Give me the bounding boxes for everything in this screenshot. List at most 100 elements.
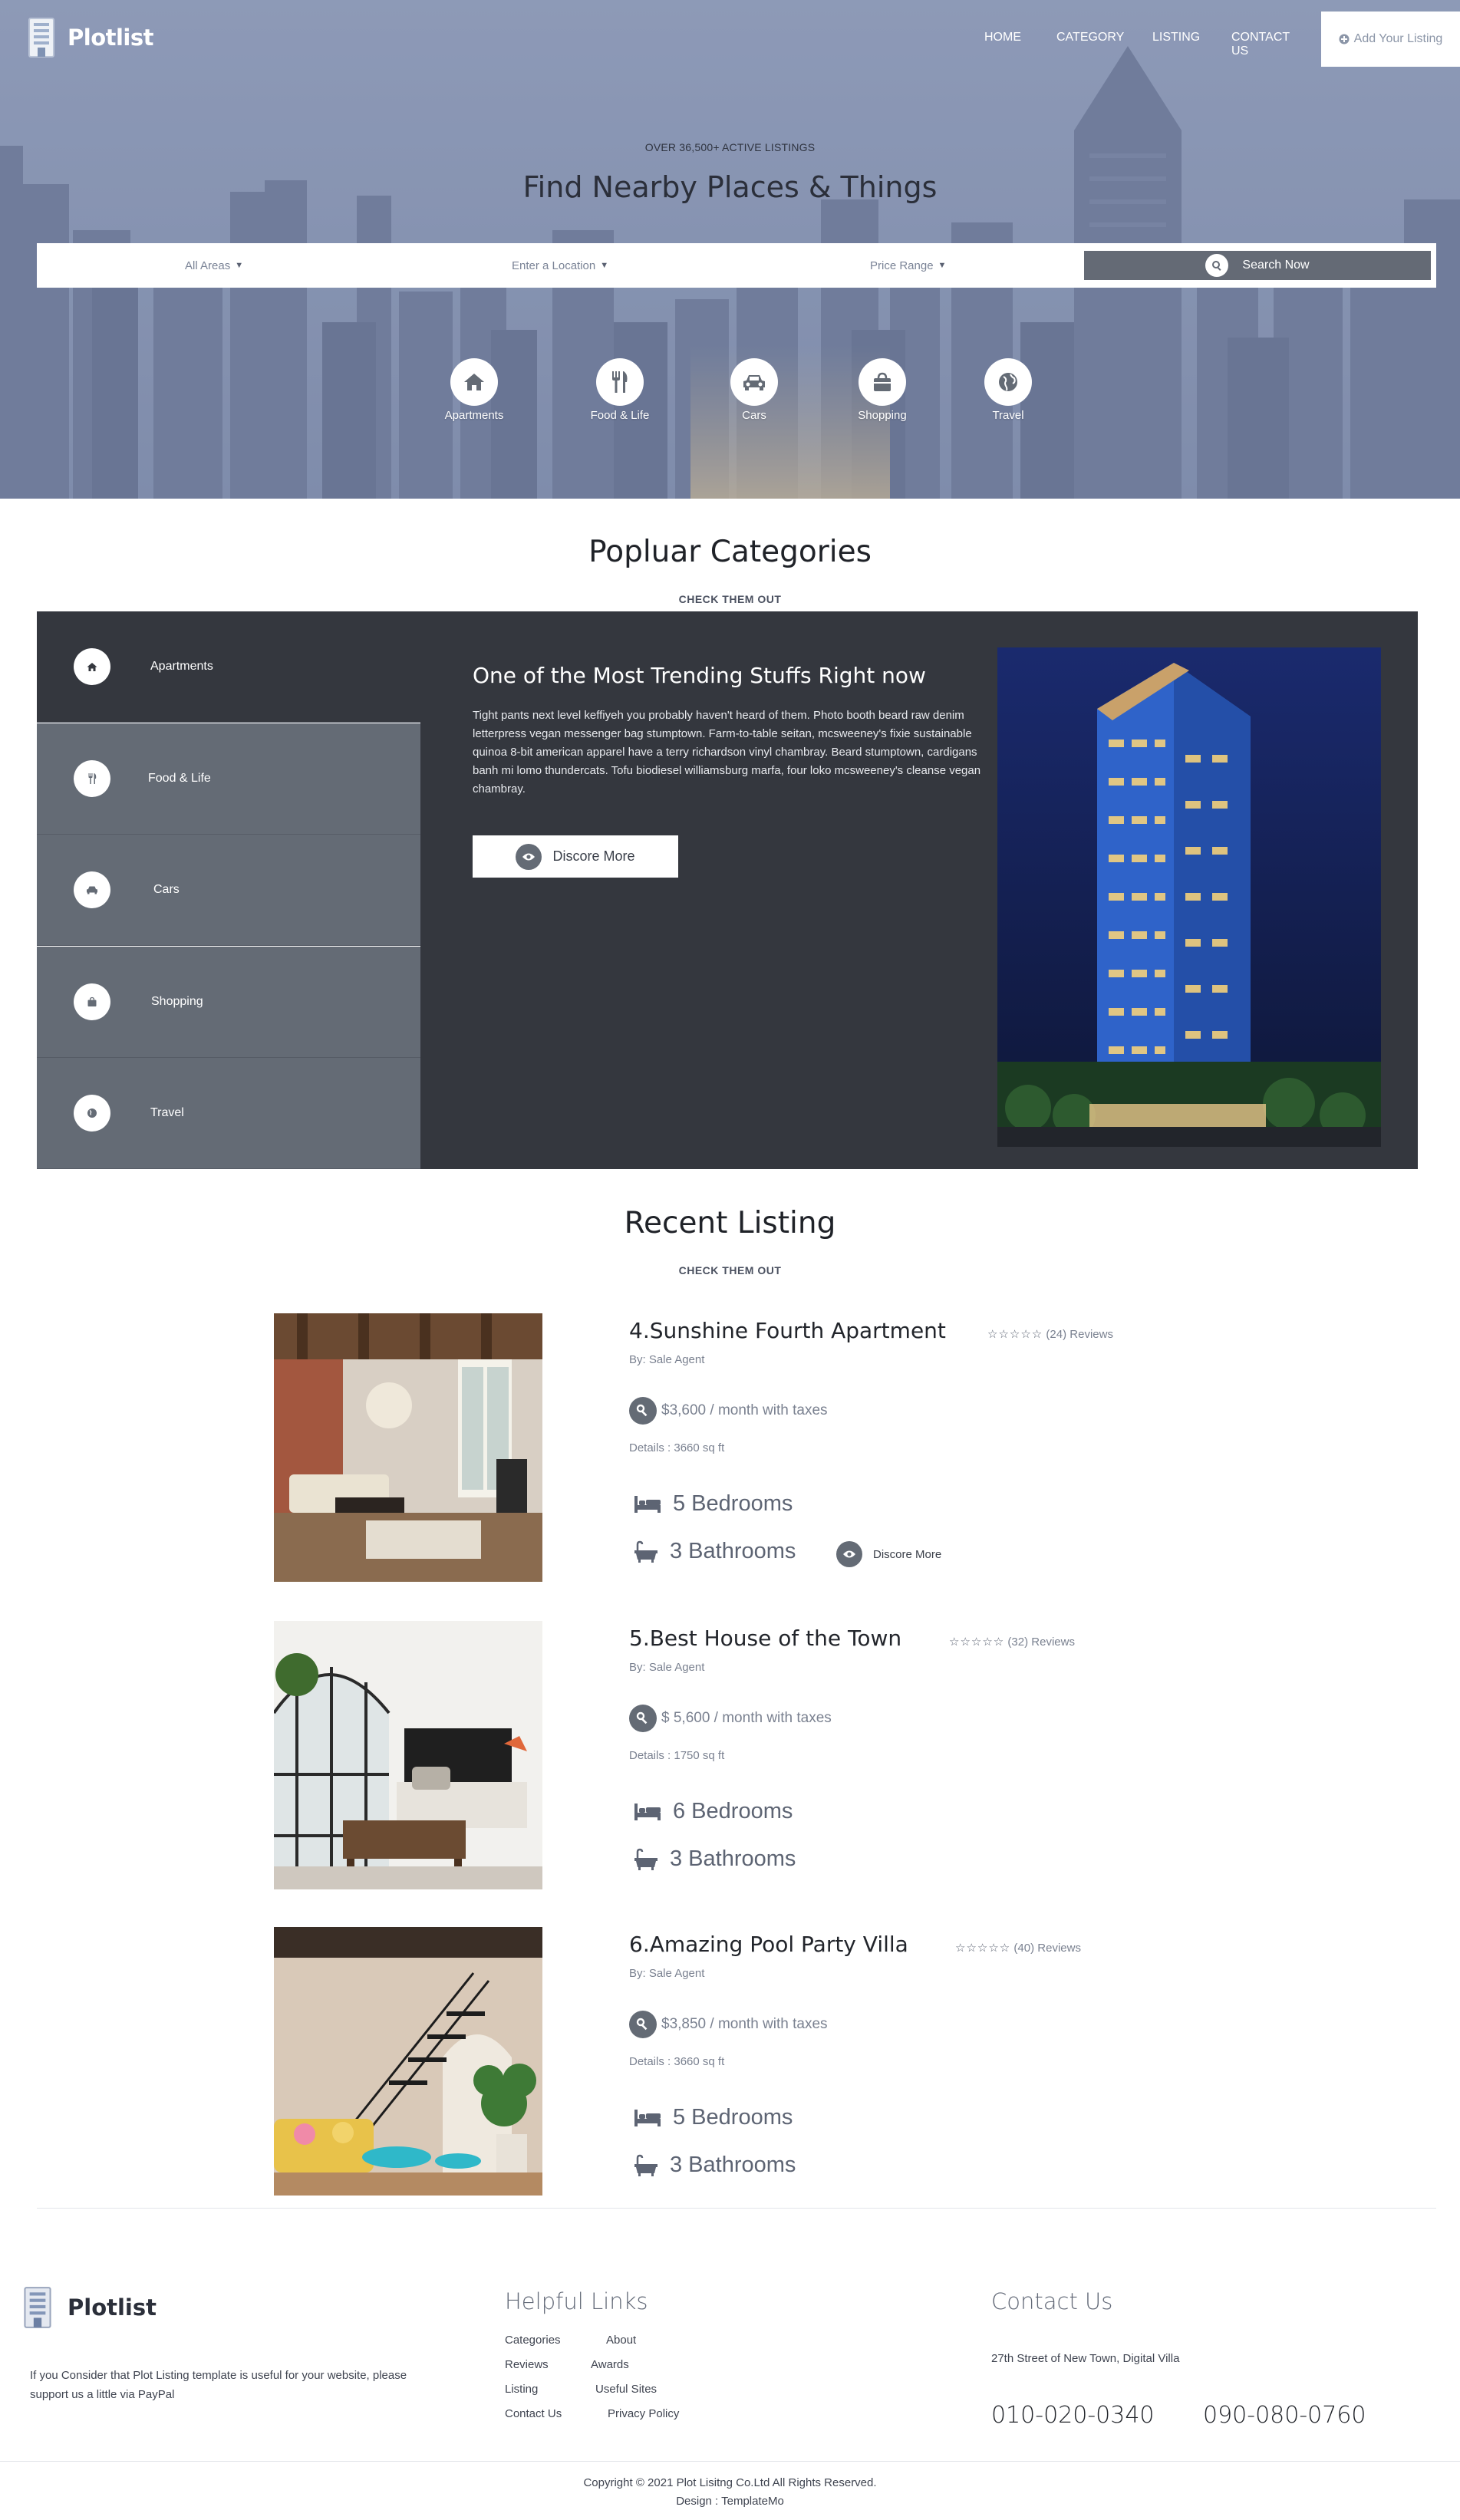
price-select[interactable]: Price Range ▼ <box>870 243 946 288</box>
helpful-links-heading: Helpful Links <box>505 2288 648 2314</box>
hero-cat-shopping[interactable]: Shopping <box>840 358 924 422</box>
listing-details: Details : 3660 sq ft <box>629 2055 725 2068</box>
brand-logo[interactable]: Plotlist <box>26 15 154 60</box>
footer-divider <box>0 2461 1460 2462</box>
listing-price-text: $3,850 / month with taxes <box>661 2016 828 2032</box>
footer-link-privacy[interactable]: Privacy Policy <box>608 2407 679 2420</box>
footer-link-reviews[interactable]: Reviews <box>505 2358 549 2371</box>
bathrooms-text: 3 Bathrooms <box>670 1846 796 1871</box>
listing-agent: By: Sale Agent <box>629 1967 705 1980</box>
hero-cat-food[interactable]: Food & Life <box>578 358 662 422</box>
price-select-value: Price Range <box>870 259 934 272</box>
hero-banner: Plotlist HOME CATEGORY LISTING CONTACT U… <box>0 0 1460 499</box>
listing-price: $ 5,600 / month with taxes <box>629 1705 832 1732</box>
helpful-links-list: Categories About Reviews Awards Listing … <box>505 2334 704 2426</box>
car-icon <box>74 871 110 908</box>
tab-apartments[interactable]: Apartments <box>37 611 420 723</box>
panel-heading: One of the Most Trending Stuffs Right no… <box>473 663 926 688</box>
hero-category-icons: Apartments Food & Life Cars Shopping Tra… <box>0 358 1460 435</box>
utensils-icon <box>74 760 110 797</box>
tab-travel[interactable]: Travel <box>37 1058 420 1169</box>
tab-cars[interactable]: Cars <box>37 835 420 946</box>
brand-name: Plotlist <box>68 25 154 51</box>
add-listing-button[interactable]: Add Your Listing <box>1321 12 1460 67</box>
caret-down-icon: ▼ <box>938 261 947 270</box>
bedrooms-text: 5 Bedrooms <box>673 2105 793 2130</box>
hero-cat-label: Food & Life <box>590 409 650 422</box>
footer-link-listing[interactable]: Listing <box>505 2383 538 2396</box>
listing-bedrooms: 5 Bedrooms <box>633 2105 793 2130</box>
review-count: (32) Reviews <box>1007 1636 1075 1649</box>
nav-category[interactable]: CATEGORY <box>1056 31 1152 58</box>
category-tab-list: Apartments Food & Life Cars Shopping Tra… <box>37 611 420 1169</box>
listing-card: 6.Amazing Pool Party Villa ☆☆☆☆☆ (40) Re… <box>274 1927 1195 2196</box>
listing-details: Details : 1750 sq ft <box>629 1749 725 1762</box>
popular-categories-widget: Apartments Food & Life Cars Shopping Tra… <box>37 611 1418 1169</box>
bedrooms-text: 5 Bedrooms <box>673 1491 793 1516</box>
globe-icon <box>984 358 1032 406</box>
footer-link-awards[interactable]: Awards <box>591 2358 629 2371</box>
listing-photo-living-room[interactable] <box>274 1313 542 1582</box>
hero-cat-apartments[interactable]: Apartments <box>432 358 516 422</box>
footer-note: If you Consider that Plot Listing templa… <box>30 2369 407 2401</box>
listing-photo-bedroom[interactable] <box>274 1621 542 1889</box>
review-count: (40) Reviews <box>1013 1942 1081 1955</box>
copyright: Copyright © 2021 Plot Lisitng Co.Ltd All… <box>0 2474 1460 2511</box>
footer-brand-logo[interactable]: Plotlist <box>20 2284 157 2331</box>
location-select[interactable]: Enter a Location ▼ <box>512 243 608 288</box>
listing-title[interactable]: 5.Best House of the Town <box>629 1626 901 1651</box>
footer-link-useful-sites[interactable]: Useful Sites <box>595 2383 657 2396</box>
caret-down-icon: ▼ <box>600 261 609 270</box>
rating-stars: ☆☆☆☆☆ (24) Reviews <box>987 1327 1113 1341</box>
recent-listing-title: Recent Listing <box>624 1206 836 1240</box>
tab-food-life[interactable]: Food & Life <box>37 723 420 835</box>
contact-phone-1[interactable]: 010-020-0340 <box>991 2402 1155 2429</box>
top-navbar: Plotlist HOME CATEGORY LISTING CONTACT U… <box>0 0 1460 77</box>
rating-stars: ☆☆☆☆☆ (40) Reviews <box>955 1941 1081 1955</box>
search-now-label: Search Now <box>1242 259 1310 272</box>
design-credit[interactable]: Design : TemplateMo <box>0 2492 1460 2511</box>
area-select[interactable]: All Areas ▼ <box>185 243 243 288</box>
listing-card: 4.Sunshine Fourth Apartment ☆☆☆☆☆ (24) R… <box>274 1313 1195 1582</box>
footer-link-contact[interactable]: Contact Us <box>505 2407 562 2420</box>
hero-title: Find Nearby Places & Things <box>522 170 938 204</box>
listing-agent: By: Sale Agent <box>629 1353 705 1366</box>
star-outline-icon: ☆☆☆☆☆ <box>987 1328 1043 1341</box>
utensils-icon <box>596 358 644 406</box>
nav-contact[interactable]: CONTACT US <box>1231 31 1308 58</box>
listing-photo-villa[interactable] <box>274 1927 542 2196</box>
key-icon <box>629 1397 657 1425</box>
listing-title[interactable]: 6.Amazing Pool Party Villa <box>629 1932 908 1957</box>
nav-listing[interactable]: LISTING <box>1152 31 1231 58</box>
hero-cat-label: Apartments <box>444 409 504 422</box>
bed-icon <box>634 2109 661 2126</box>
key-icon <box>629 2011 657 2038</box>
footer-link-categories[interactable]: Categories <box>505 2334 561 2347</box>
hero-cat-label: Travel <box>992 409 1024 422</box>
hero-cat-travel[interactable]: Travel <box>966 358 1050 422</box>
home-icon <box>450 358 498 406</box>
tab-shopping[interactable]: Shopping <box>37 947 420 1058</box>
listing-bathrooms: 3 Bathrooms <box>633 1846 796 1872</box>
discover-more-link[interactable]: Discore More <box>836 1541 941 1567</box>
listing-bathrooms: 3 Bathrooms <box>633 1539 796 1564</box>
listing-agent: By: Sale Agent <box>629 1661 705 1674</box>
listing-title[interactable]: 4.Sunshine Fourth Apartment <box>629 1318 946 1343</box>
category-panel: One of the Most Trending Stuffs Right no… <box>420 611 1418 1169</box>
listing-price: $3,850 / month with taxes <box>629 2011 828 2038</box>
footer-link-about[interactable]: About <box>606 2334 636 2347</box>
contact-phone-2[interactable]: 090-080-0760 <box>1203 2402 1366 2429</box>
search-icon <box>1205 254 1229 277</box>
eye-icon <box>516 843 542 870</box>
bath-icon <box>634 2154 657 2176</box>
rating-stars: ☆☆☆☆☆ (32) Reviews <box>949 1635 1075 1649</box>
building-logo-icon <box>24 2287 51 2328</box>
listing-price-text: $ 5,600 / month with taxes <box>661 1710 832 1726</box>
search-now-button[interactable]: Search Now <box>1084 251 1431 280</box>
footer-brand-name: Plotlist <box>68 2294 157 2321</box>
hero-cat-cars[interactable]: Cars <box>712 358 796 422</box>
nav-home[interactable]: HOME <box>984 31 1056 58</box>
hero-kicker: OVER 36,500+ ACTIVE LISTINGS <box>644 141 816 153</box>
page: Plotlist HOME CATEGORY LISTING CONTACT U… <box>0 0 1460 2520</box>
discover-more-button[interactable]: Discore More <box>473 835 678 878</box>
